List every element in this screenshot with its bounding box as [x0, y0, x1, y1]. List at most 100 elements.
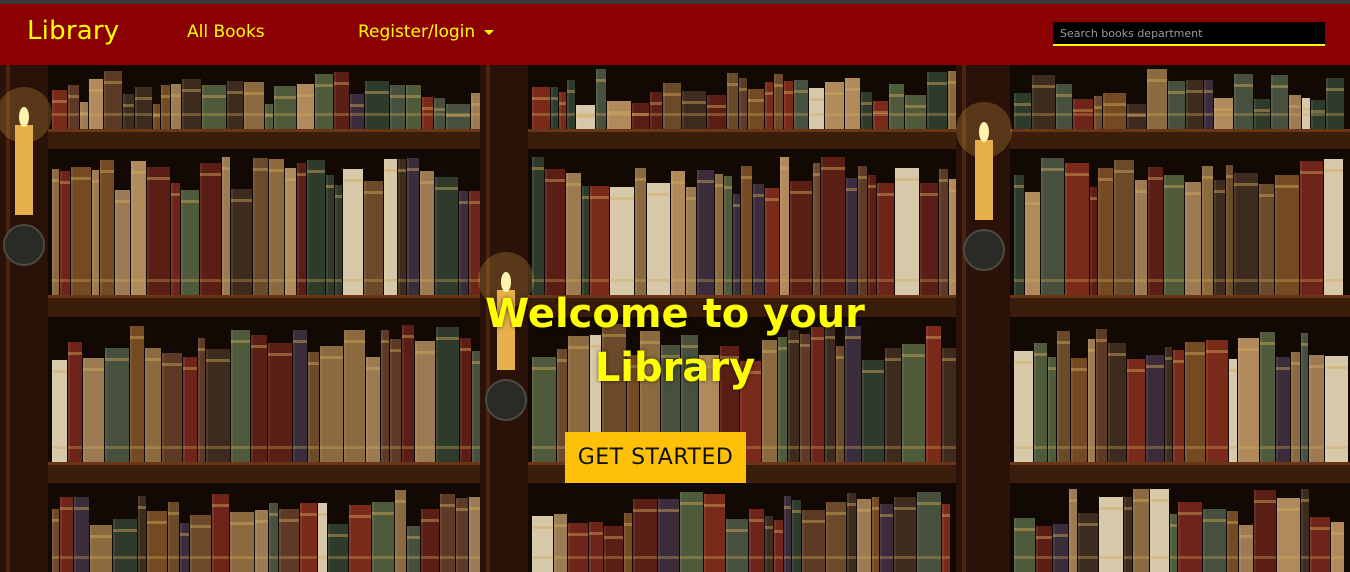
book-spine	[181, 190, 199, 295]
book-spine	[390, 339, 401, 462]
book-spine	[307, 160, 325, 295]
book-spine	[658, 499, 679, 572]
get-started-button[interactable]: GET STARTED	[565, 432, 746, 483]
book-spine	[435, 177, 458, 295]
book-spine	[60, 171, 70, 295]
book-spine	[436, 327, 459, 462]
book-spine	[168, 502, 179, 572]
brand-link[interactable]: Library	[27, 16, 119, 46]
book-spine	[420, 171, 434, 295]
book-spine	[1186, 80, 1203, 129]
book-spine	[895, 168, 919, 295]
nav-link-all-books[interactable]: All Books	[187, 22, 265, 42]
book-spine	[268, 343, 292, 462]
book-spine	[872, 497, 879, 572]
book-spine	[532, 157, 544, 295]
book-spine	[1311, 100, 1325, 129]
book-spine	[847, 493, 856, 572]
book-spine	[632, 103, 649, 129]
book-spine	[434, 98, 445, 129]
book-spine	[1065, 163, 1089, 295]
book-spine	[318, 503, 327, 572]
book-spine	[190, 515, 211, 572]
book-spine	[398, 159, 406, 295]
book-spine	[138, 496, 146, 572]
book-spine	[1310, 517, 1330, 572]
book-spine	[1214, 180, 1225, 295]
book-spine	[880, 504, 893, 572]
book-spine	[407, 158, 419, 295]
book-spine	[227, 81, 243, 129]
book-spine	[927, 72, 947, 129]
shelf-plank	[48, 462, 480, 483]
book-spine	[715, 174, 723, 295]
book-spine	[183, 357, 197, 462]
book-spine	[1036, 526, 1052, 572]
shelf-plank	[1010, 295, 1350, 317]
book-spine	[596, 69, 606, 129]
book-spine	[877, 183, 894, 295]
book-spine	[406, 85, 421, 129]
shelf-plank	[1010, 462, 1350, 483]
book-spine	[297, 84, 314, 129]
book-spine	[663, 83, 681, 129]
book-spine	[894, 497, 916, 572]
book-spine	[1164, 175, 1184, 295]
book-spine	[230, 512, 254, 572]
caret-down-icon	[484, 29, 495, 35]
book-spine	[790, 181, 812, 295]
nav-dropdown-register-login[interactable]: Register/login	[358, 22, 495, 42]
book-spine	[686, 187, 696, 295]
book-spine	[407, 526, 420, 572]
book-spine	[206, 349, 230, 462]
book-spine	[244, 82, 264, 129]
book-spine	[792, 500, 801, 572]
book-spine	[365, 81, 389, 129]
book-spine	[774, 74, 783, 129]
book-spine	[635, 168, 646, 295]
book-spine	[415, 341, 435, 462]
book-spine	[402, 325, 414, 462]
book-spine	[68, 342, 82, 462]
book-spine	[1239, 525, 1253, 572]
book-spine	[704, 494, 725, 572]
book-spine	[1331, 522, 1344, 572]
book-spine	[145, 348, 161, 462]
book-spine	[868, 175, 876, 295]
book-spine	[364, 181, 383, 295]
book-spine	[349, 505, 371, 572]
book-spine	[920, 183, 938, 295]
book-spine	[1229, 359, 1237, 462]
book-spine	[1127, 104, 1146, 129]
book-spine	[1098, 168, 1113, 295]
book-spine	[279, 509, 299, 572]
book-spine	[421, 509, 439, 572]
book-spine	[171, 84, 181, 129]
book-spine	[873, 101, 888, 129]
book-spine	[104, 71, 122, 129]
book-spine	[1275, 175, 1299, 295]
book-spine	[826, 502, 846, 572]
book-spine	[1073, 99, 1093, 129]
book-spine	[297, 163, 306, 295]
book-spine	[650, 92, 662, 129]
book-spine	[825, 82, 844, 129]
book-spine	[274, 86, 296, 129]
hero-section: Welcome to your Library GET STARTED	[0, 65, 1350, 572]
book-spine	[422, 97, 433, 129]
search-input[interactable]	[1053, 22, 1325, 46]
book-spine	[1214, 98, 1233, 129]
book-spine	[384, 159, 397, 295]
book-spine	[328, 524, 348, 572]
book-spine	[147, 167, 170, 295]
book-spine	[861, 92, 872, 129]
book-spine	[1148, 167, 1163, 295]
book-spine	[1178, 502, 1202, 572]
book-spine	[253, 158, 268, 295]
book-spine	[889, 84, 904, 129]
book-spine	[300, 503, 317, 572]
book-spine	[1147, 69, 1167, 129]
book-spine	[566, 173, 581, 295]
book-spine	[182, 79, 201, 129]
book-spine	[1238, 338, 1259, 462]
